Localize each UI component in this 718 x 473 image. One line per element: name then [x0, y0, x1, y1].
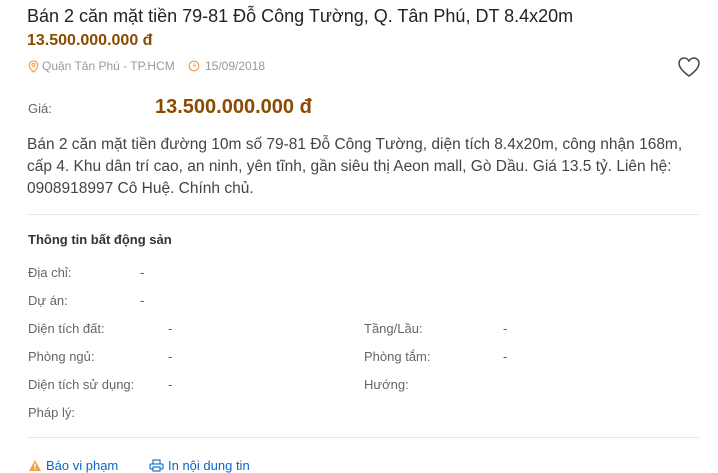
listing-title: Bán 2 căn mặt tiền 79-81 Đỗ Công Tường, …	[27, 6, 574, 26]
floors-value: -	[503, 321, 508, 336]
bedrooms-label: Phòng ngủ:	[28, 349, 95, 364]
date-meta: 15/09/2018	[188, 59, 265, 73]
location-pin-icon	[28, 59, 39, 73]
location-meta: Quận Tân Phú - TP.HCM	[28, 59, 175, 73]
clock-icon	[188, 60, 200, 72]
info-section-title: Thông tin bất động sản	[28, 232, 172, 247]
usable-area-value: -	[168, 377, 173, 392]
print-button[interactable]: In nội dung tin	[149, 458, 250, 473]
save-favorite-button[interactable]	[677, 56, 701, 78]
project-label: Dự án:	[28, 293, 68, 308]
date-text: 15/09/2018	[205, 59, 266, 73]
floors-label: Tầng/Lầu:	[364, 321, 423, 336]
price-value: 13.500.000.000 đ	[155, 96, 312, 118]
report-label: Báo vi phạm	[46, 458, 119, 473]
bathrooms-label: Phòng tắm:	[364, 349, 431, 364]
divider	[27, 437, 699, 438]
address-label: Địa chỉ:	[28, 265, 72, 280]
listing-description: Bán 2 căn mặt tiền đường 10m số 79-81 Đỗ…	[27, 136, 683, 197]
project-value: -	[140, 293, 145, 308]
heart-icon	[678, 57, 700, 77]
land-area-value: -	[168, 321, 173, 336]
land-area-label: Diện tích đất:	[28, 321, 105, 336]
report-button[interactable]: Báo vi phạm	[28, 458, 118, 473]
legal-label: Pháp lý:	[28, 405, 75, 420]
listing-price: 13.500.000.000 đ	[27, 32, 153, 49]
address-value: -	[140, 265, 145, 280]
bathrooms-value: -	[503, 349, 508, 364]
warning-icon	[29, 460, 41, 471]
direction-label: Hướng:	[364, 377, 409, 392]
location-text: Quận Tân Phú - TP.HCM	[42, 59, 175, 73]
price-label: Giá:	[28, 101, 52, 116]
divider	[27, 214, 699, 215]
printer-icon	[149, 459, 164, 472]
usable-area-label: Diện tích sử dụng:	[28, 377, 135, 392]
print-label: In nội dung tin	[168, 458, 250, 473]
bedrooms-value: -	[168, 349, 173, 364]
